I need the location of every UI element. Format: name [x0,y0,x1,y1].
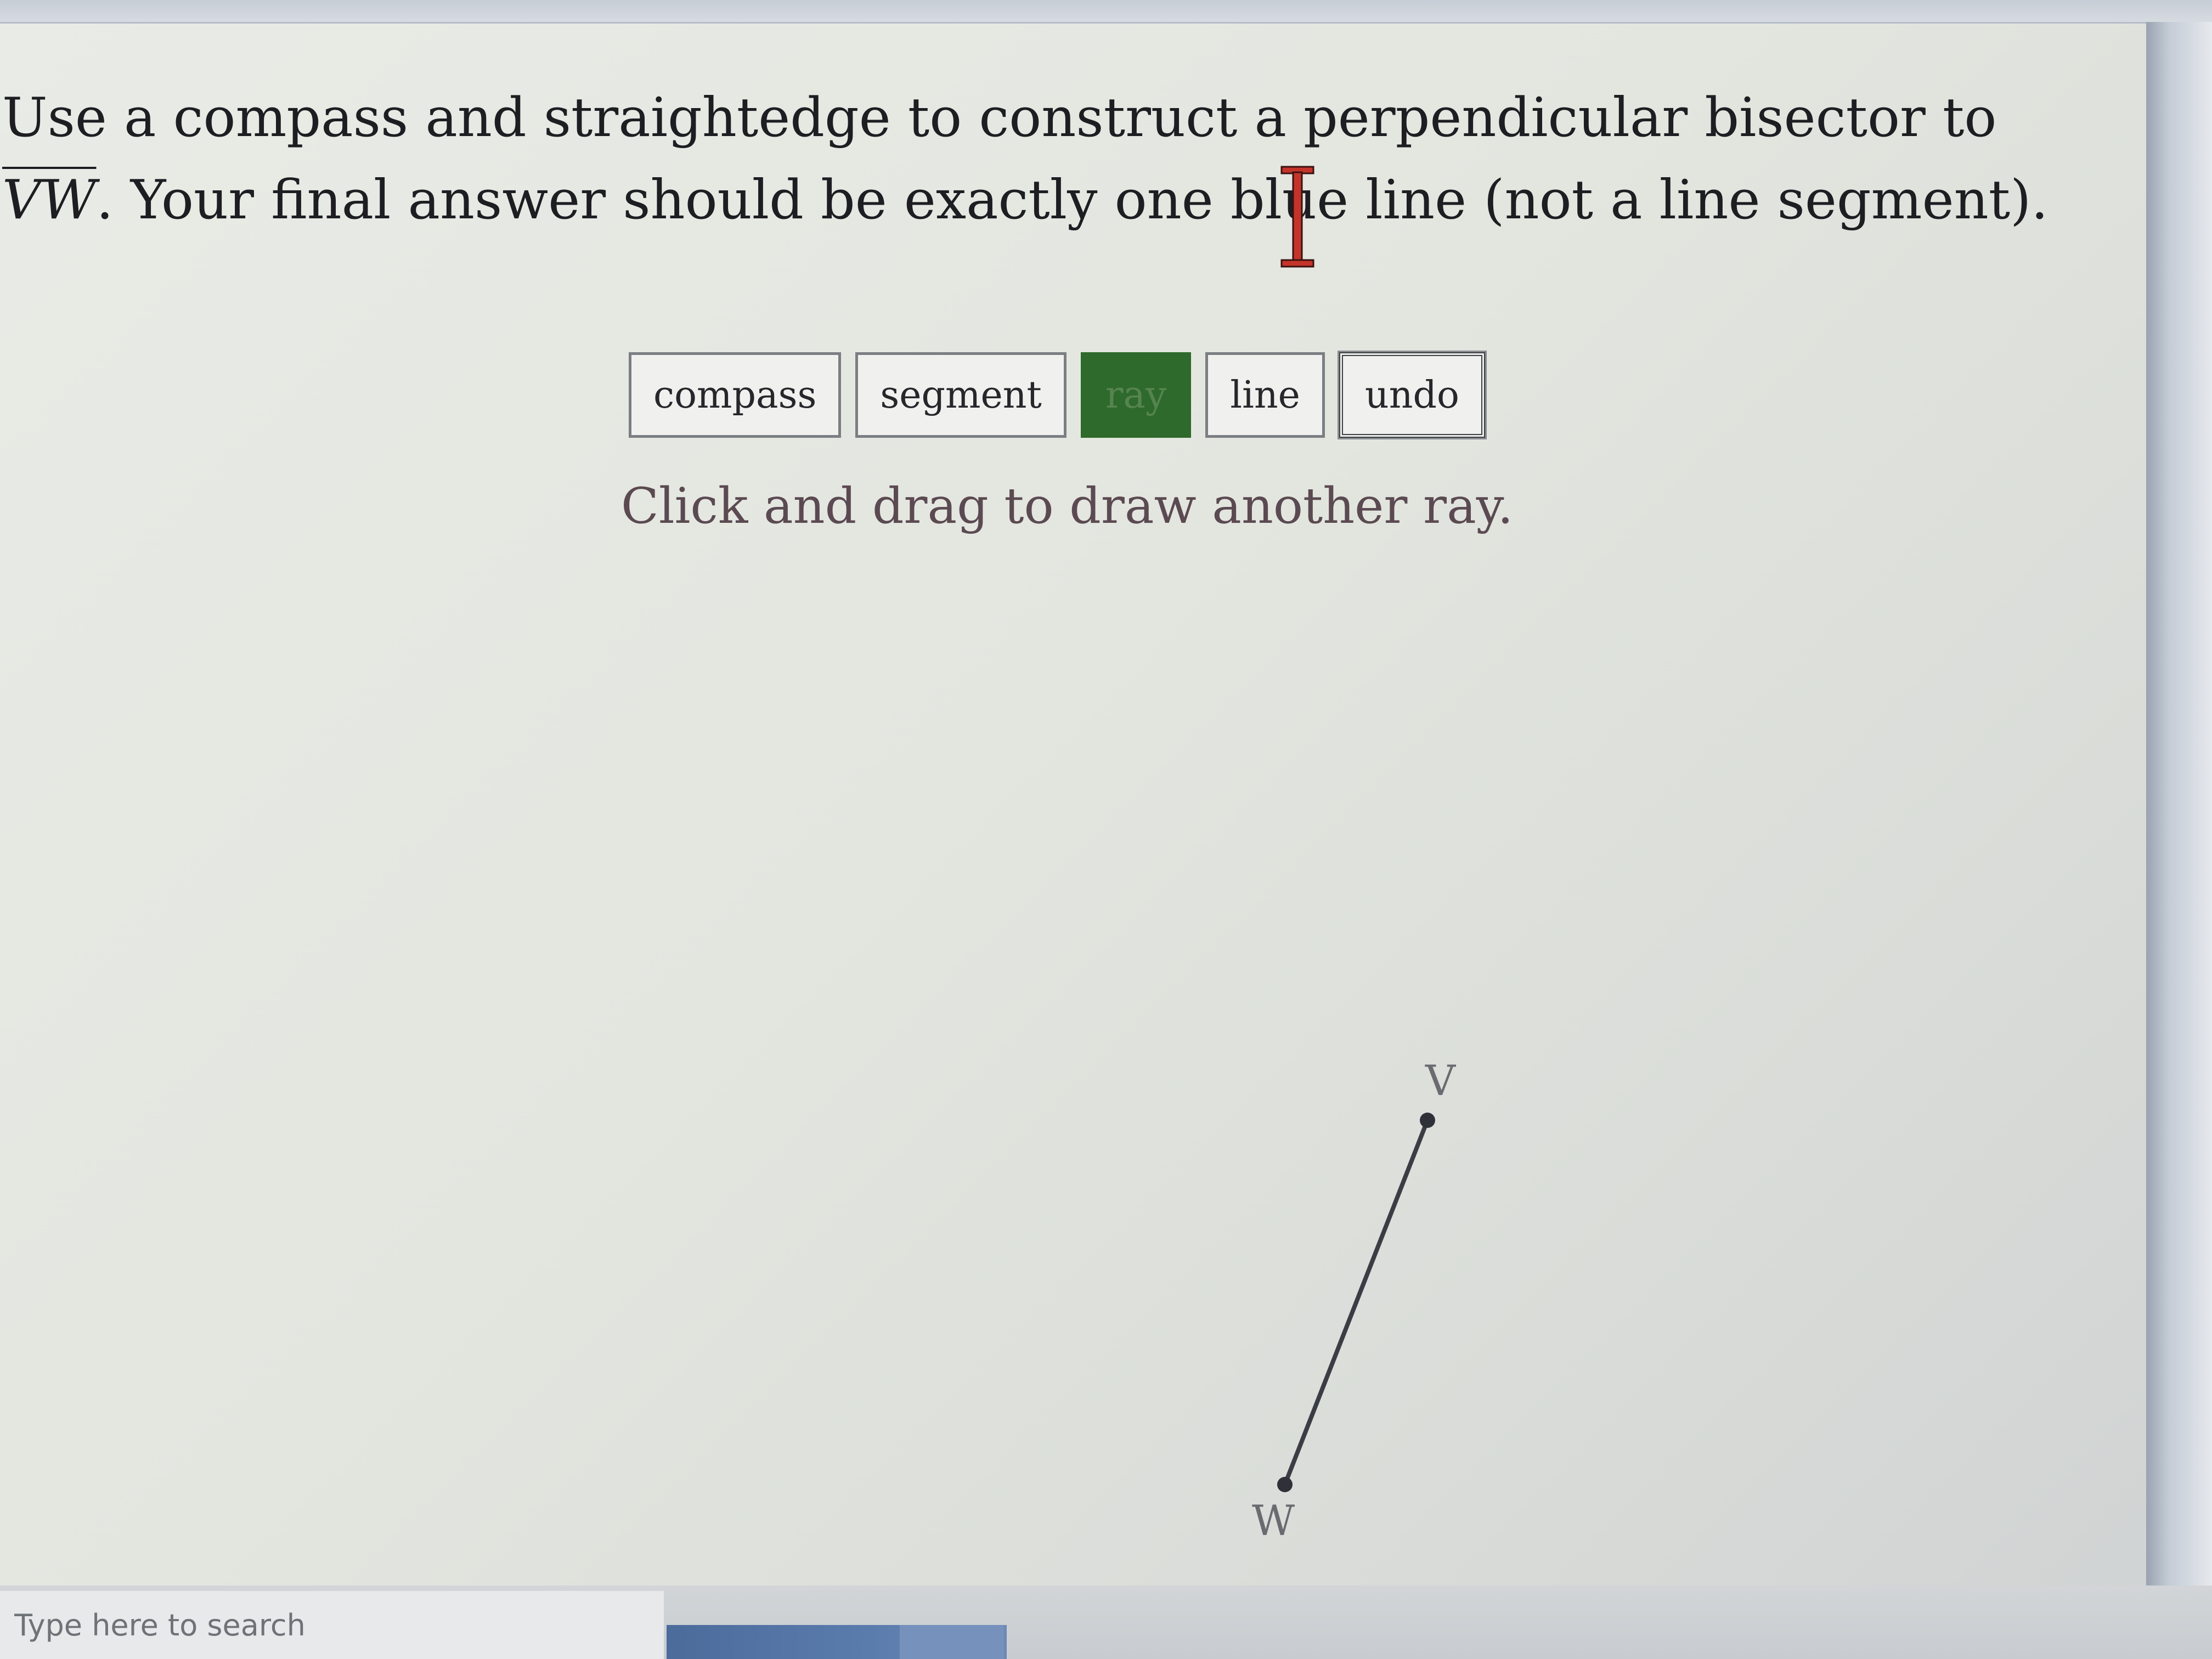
point-w[interactable] [1277,1477,1293,1492]
window-edge [2146,22,2212,1659]
browser-top-strip [0,0,2212,24]
segment-name: VW [2,169,97,232]
point-v[interactable] [1420,1113,1435,1128]
point-v-label: V [1425,1056,1456,1105]
prompt-text-after: . Your final answer should be exactly on… [96,169,2049,232]
text-cursor-icon [1280,166,1314,268]
taskbar-app-button-2[interactable] [900,1625,1004,1659]
construction-toolbar: compass segment ray line undo [629,350,1487,440]
compass-tool-button[interactable]: compass [629,352,842,438]
construction-canvas[interactable]: V W [0,549,2140,1591]
instruction-text: Click and drag to draw another ray. [621,477,1514,535]
taskbar-search-input[interactable] [0,1591,664,1659]
point-w-label: W [1252,1496,1295,1545]
ray-tool-button[interactable]: ray [1080,352,1192,438]
segment-tool-button[interactable]: segment [855,352,1066,438]
prompt-text-before: Use a compass and straightedge to constr… [2,87,1997,149]
line-tool-button[interactable]: line [1205,352,1325,438]
problem-prompt: Use a compass and straightedge to constr… [2,77,2065,241]
segment-vw[interactable] [1283,1118,1430,1487]
undo-button[interactable]: undo [1337,351,1487,439]
screen: Use a compass and straightedge to constr… [0,0,2212,1659]
